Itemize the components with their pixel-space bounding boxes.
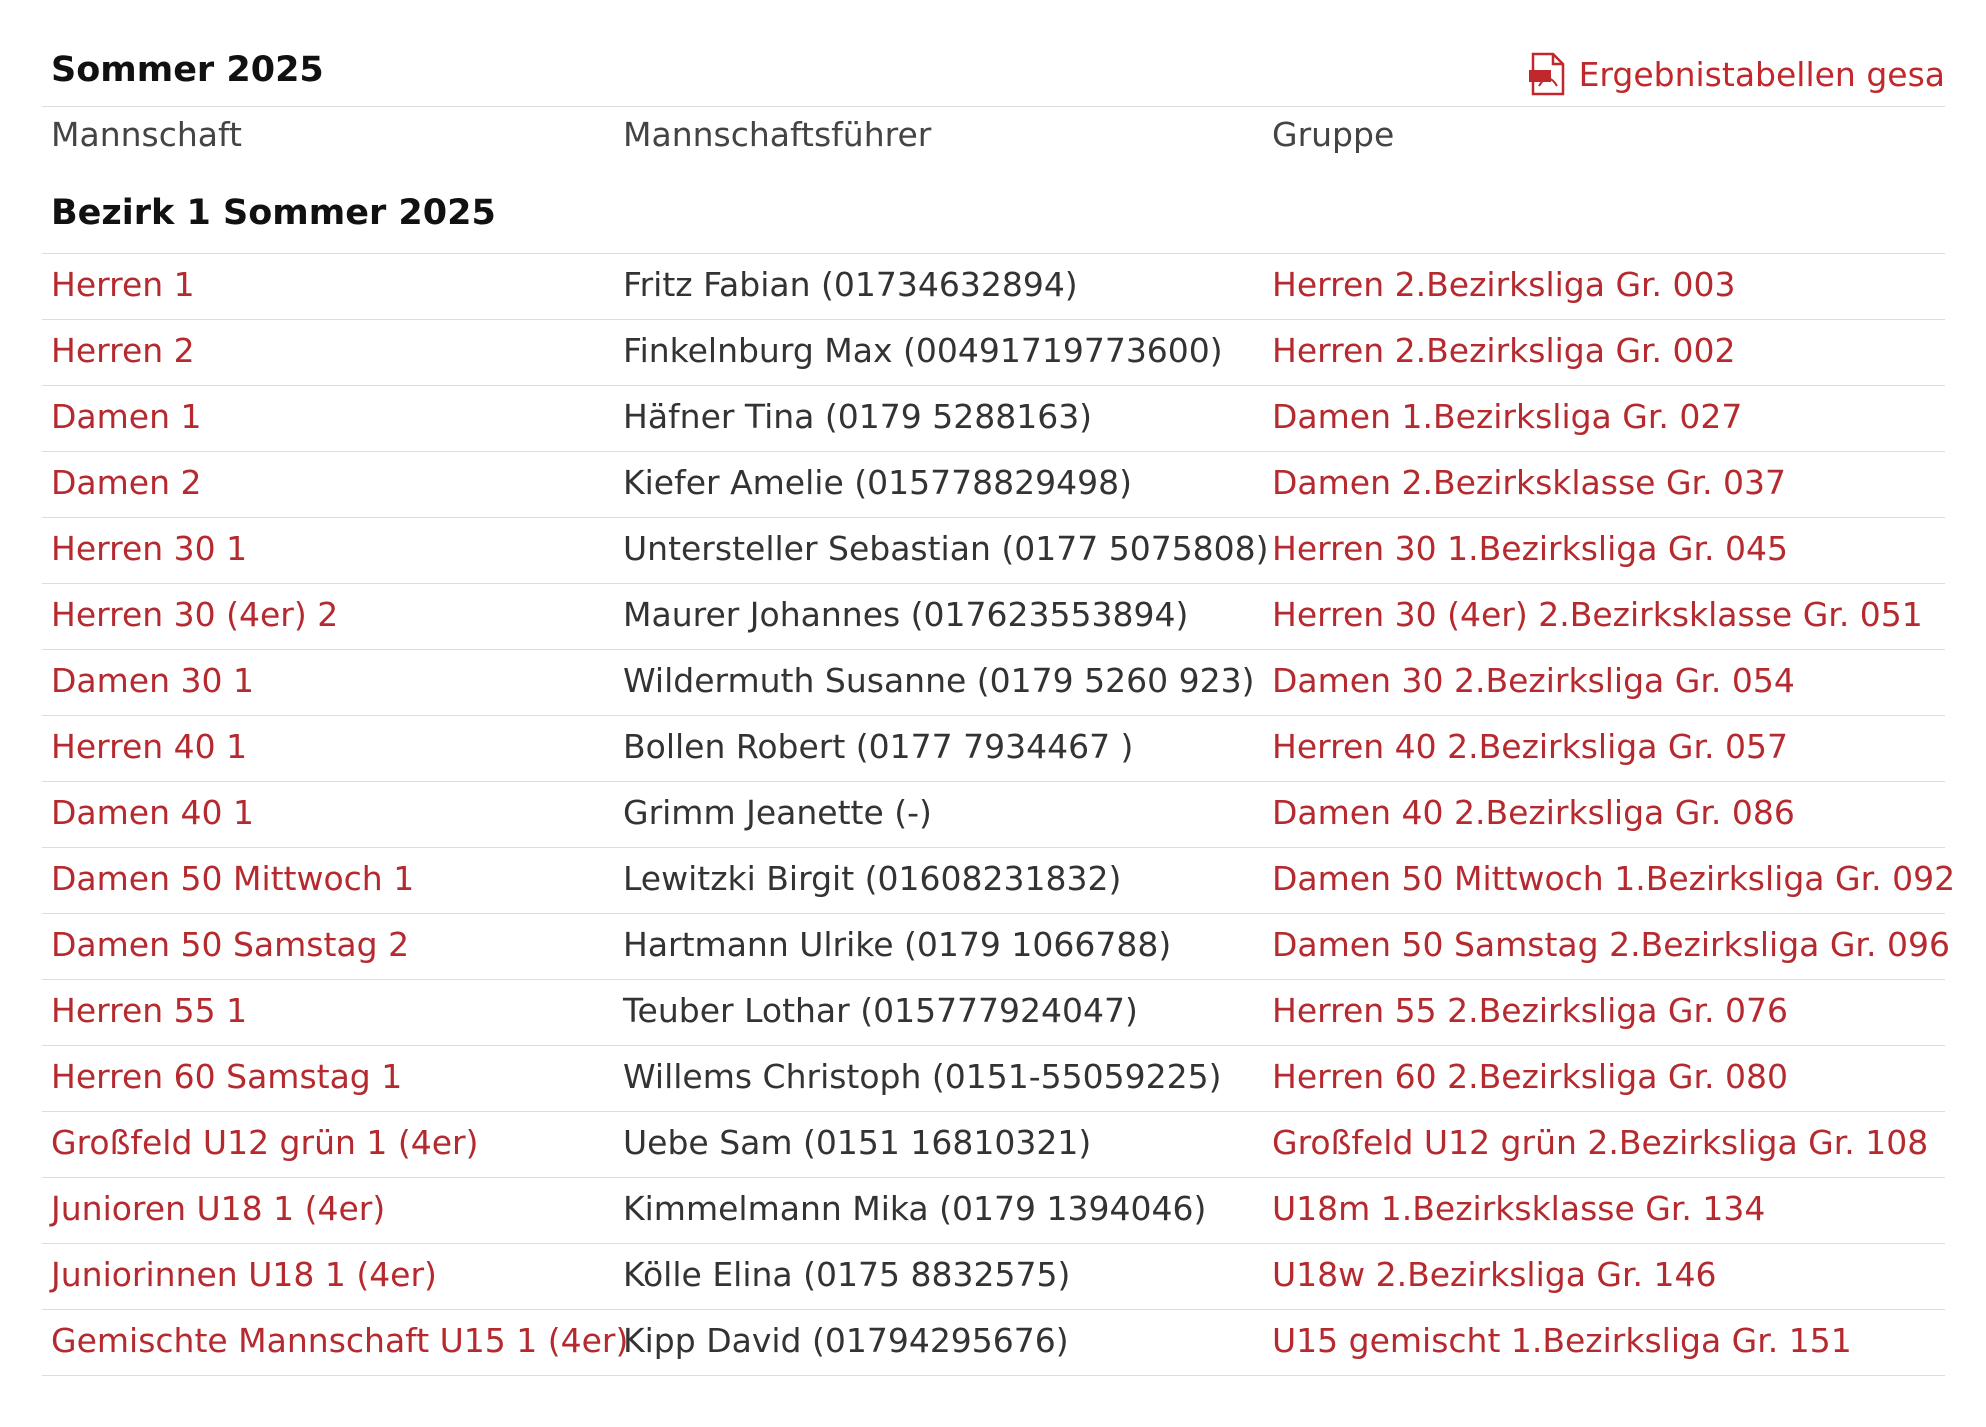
captain-cell: Bollen Robert (0177 7934467 ) xyxy=(623,727,1134,766)
team-table-body: Herren 1 Fritz Fabian (01734632894) Herr… xyxy=(42,254,1955,1376)
group-link[interactable]: Herren 2.Bezirksliga Gr. 003 xyxy=(1272,265,1736,304)
team-link[interactable]: Gemischte Mannschaft U15 1 (4er) xyxy=(51,1321,628,1360)
team-link[interactable]: Herren 1 xyxy=(51,265,195,304)
group-link[interactable]: U18w 2.Bezirksliga Gr. 146 xyxy=(1272,1255,1717,1294)
section-heading: Bezirk 1 Sommer 2025 xyxy=(42,177,1945,254)
table-row: Damen 50 Samstag 2 Hartmann Ulrike (0179… xyxy=(42,914,1950,980)
group-link[interactable]: Herren 60 2.Bezirksliga Gr. 080 xyxy=(1272,1057,1788,1096)
table-row: Damen 2 Kiefer Amelie (015778829498) Dam… xyxy=(42,452,1945,518)
table-row: Damen 1 Häfner Tina (0179 5288163) Damen… xyxy=(42,386,1945,452)
season-header: Sommer 2025 Ergebnistabellen gesa xyxy=(42,40,1945,107)
captain-cell: Teuber Lothar (015777924047) xyxy=(623,991,1138,1030)
captain-cell: Kimmelmann Mika (0179 1394046) xyxy=(623,1189,1207,1228)
column-header-group: Gruppe xyxy=(1272,115,1395,154)
table-row: Junioren U18 1 (4er) Kimmelmann Mika (01… xyxy=(42,1178,1945,1244)
captain-cell: Fritz Fabian (01734632894) xyxy=(623,265,1078,304)
team-link[interactable]: Junioren U18 1 (4er) xyxy=(51,1189,385,1228)
captain-cell: Wildermuth Susanne (0179 5260 923) xyxy=(623,661,1255,700)
team-link[interactable]: Damen 30 1 xyxy=(51,661,254,700)
captain-cell: Lewitzki Birgit (01608231832) xyxy=(623,859,1122,898)
group-link[interactable]: Herren 30 (4er) 2.Bezirksklasse Gr. 051 xyxy=(1272,595,1923,634)
pdf-file-icon xyxy=(1528,52,1564,96)
table-row: Herren 30 1 Untersteller Sebastian (0177… xyxy=(42,518,1945,584)
captain-cell: Kölle Elina (0175 8832575) xyxy=(623,1255,1071,1294)
table-row: Damen 40 1 Grimm Jeanette (-) Damen 40 2… xyxy=(42,782,1945,848)
section-title: Bezirk 1 Sommer 2025 xyxy=(51,193,496,233)
table-row: Gemischte Mannschaft U15 1 (4er) Kipp Da… xyxy=(42,1310,1945,1376)
team-list-page: Sommer 2025 Ergebnistabellen gesa Mannsc… xyxy=(42,40,1955,1376)
team-link[interactable]: Herren 30 1 xyxy=(51,529,247,568)
table-row: Herren 30 (4er) 2 Maurer Johannes (01762… xyxy=(42,584,1945,650)
table-header: Mannschaft Mannschaftsführer Gruppe xyxy=(42,107,1945,177)
team-link[interactable]: Herren 60 Samstag 1 xyxy=(51,1057,402,1096)
group-link[interactable]: Damen 40 2.Bezirksliga Gr. 086 xyxy=(1272,793,1795,832)
group-link[interactable]: Großfeld U12 grün 2.Bezirksliga Gr. 108 xyxy=(1272,1123,1928,1162)
captain-cell: Finkelnburg Max (00491719773600) xyxy=(623,331,1223,370)
table-row: Herren 40 1 Bollen Robert (0177 7934467 … xyxy=(42,716,1945,782)
team-link[interactable]: Herren 40 1 xyxy=(51,727,247,766)
team-link[interactable]: Damen 2 xyxy=(51,463,201,502)
captain-cell: Hartmann Ulrike (0179 1066788) xyxy=(623,925,1172,964)
captain-cell: Maurer Johannes (017623553894) xyxy=(623,595,1189,634)
team-link[interactable]: Damen 1 xyxy=(51,397,201,436)
column-header-captain: Mannschaftsführer xyxy=(623,115,932,154)
team-link[interactable]: Juniorinnen U18 1 (4er) xyxy=(51,1255,437,1294)
table-row: Großfeld U12 grün 1 (4er) Uebe Sam (0151… xyxy=(42,1112,1945,1178)
results-pdf-link[interactable]: Ergebnistabellen gesa xyxy=(1527,50,1945,98)
table-row: Herren 2 Finkelnburg Max (00491719773600… xyxy=(42,320,1945,386)
team-link[interactable]: Herren 2 xyxy=(51,331,195,370)
group-link[interactable]: U18m 1.Bezirksklasse Gr. 134 xyxy=(1272,1189,1765,1228)
captain-cell: Kiefer Amelie (015778829498) xyxy=(623,463,1132,502)
captain-cell: Uebe Sam (0151 16810321) xyxy=(623,1123,1092,1162)
team-link[interactable]: Damen 50 Samstag 2 xyxy=(51,925,409,964)
results-pdf-link-label: Ergebnistabellen gesa xyxy=(1578,54,1945,94)
group-link[interactable]: Damen 2.Bezirksklasse Gr. 037 xyxy=(1272,463,1786,502)
table-row: Herren 55 1 Teuber Lothar (015777924047)… xyxy=(42,980,1945,1046)
group-link[interactable]: Herren 40 2.Bezirksliga Gr. 057 xyxy=(1272,727,1788,766)
captain-cell: Untersteller Sebastian (0177 5075808) xyxy=(623,529,1269,568)
column-header-team: Mannschaft xyxy=(51,115,242,154)
team-link[interactable]: Herren 30 (4er) 2 xyxy=(51,595,338,634)
table-row: Herren 60 Samstag 1 Willems Christoph (0… xyxy=(42,1046,1945,1112)
captain-cell: Grimm Jeanette (-) xyxy=(623,793,932,832)
captain-cell: Kipp David (01794295676) xyxy=(623,1321,1069,1360)
group-link[interactable]: Damen 50 Samstag 2.Bezirksliga Gr. 096 xyxy=(1272,925,1950,964)
group-link[interactable]: Damen 30 2.Bezirksliga Gr. 054 xyxy=(1272,661,1795,700)
captain-cell: Willems Christoph (0151-55059225) xyxy=(623,1057,1222,1096)
table-row: Herren 1 Fritz Fabian (01734632894) Herr… xyxy=(42,254,1945,320)
team-link[interactable]: Herren 55 1 xyxy=(51,991,247,1030)
group-link[interactable]: Herren 55 2.Bezirksliga Gr. 076 xyxy=(1272,991,1788,1030)
group-link[interactable]: Damen 50 Mittwoch 1.Bezirksliga Gr. 092 xyxy=(1272,859,1955,898)
group-link[interactable]: Herren 30 1.Bezirksliga Gr. 045 xyxy=(1272,529,1788,568)
team-link[interactable]: Damen 50 Mittwoch 1 xyxy=(51,859,414,898)
table-row: Juniorinnen U18 1 (4er) Kölle Elina (017… xyxy=(42,1244,1945,1310)
team-link[interactable]: Damen 40 1 xyxy=(51,793,254,832)
group-link[interactable]: U15 gemischt 1.Bezirksliga Gr. 151 xyxy=(1272,1321,1852,1360)
group-link[interactable]: Damen 1.Bezirksliga Gr. 027 xyxy=(1272,397,1742,436)
team-link[interactable]: Großfeld U12 grün 1 (4er) xyxy=(51,1123,479,1162)
group-link[interactable]: Herren 2.Bezirksliga Gr. 002 xyxy=(1272,331,1736,370)
season-title: Sommer 2025 xyxy=(51,50,324,90)
table-row: Damen 30 1 Wildermuth Susanne (0179 5260… xyxy=(42,650,1945,716)
table-row: Damen 50 Mittwoch 1 Lewitzki Birgit (016… xyxy=(42,848,1955,914)
captain-cell: Häfner Tina (0179 5288163) xyxy=(623,397,1093,436)
